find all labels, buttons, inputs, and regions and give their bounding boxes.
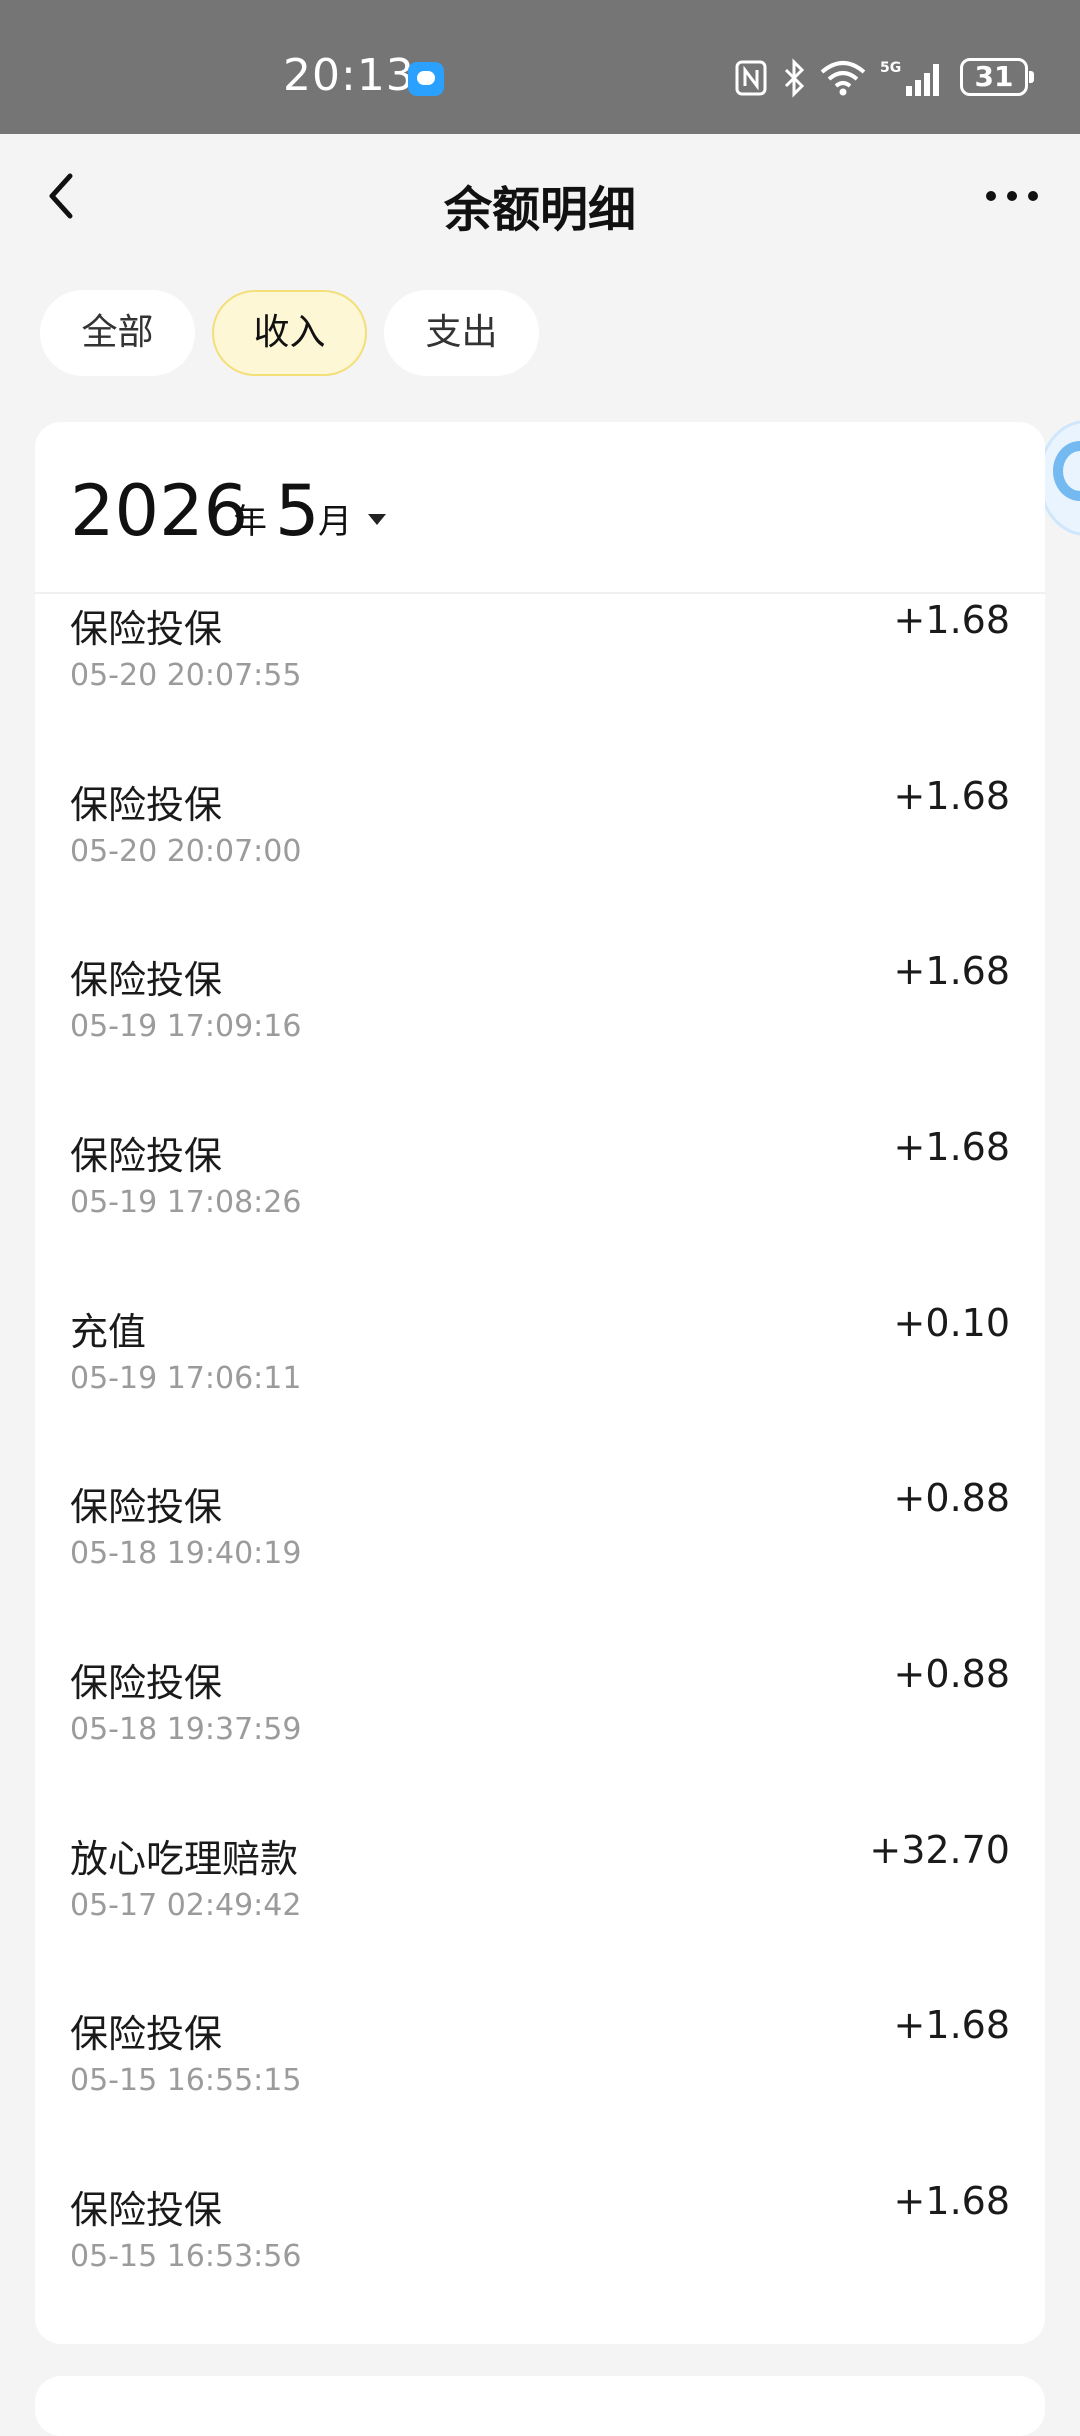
transaction-title: 保险投保 xyxy=(70,1661,223,1705)
transaction-title: 保险投保 xyxy=(70,1485,223,1529)
transaction-title: 保险投保 xyxy=(70,2188,223,2232)
transaction-title: 充值 xyxy=(70,1310,147,1354)
transaction-time: 05-15 16:55:15 xyxy=(70,2063,302,2098)
transaction-row[interactable]: 保险投保 05-18 19:37:59 +0.88 xyxy=(35,1652,1045,1827)
transaction-row[interactable]: 充值 05-19 17:06:11 +0.10 xyxy=(35,1301,1045,1476)
transaction-row[interactable]: 保险投保 05-19 17:09:16 +1.68 xyxy=(35,949,1045,1124)
transaction-row[interactable]: 保险投保 05-15 16:55:15 +1.68 xyxy=(35,2003,1045,2178)
message-notification-icon xyxy=(408,62,444,96)
tab-income[interactable]: 收入 xyxy=(212,290,367,376)
transaction-time: 05-19 17:06:11 xyxy=(70,1361,302,1396)
transaction-title: 保险投保 xyxy=(70,607,223,651)
transaction-title: 保险投保 xyxy=(70,2012,223,2056)
transaction-amount: +0.88 xyxy=(893,1652,1010,1696)
more-options-icon[interactable] xyxy=(984,186,1040,206)
transaction-time: 05-18 19:37:59 xyxy=(70,1712,302,1747)
svg-text:5G: 5G xyxy=(880,60,901,76)
month-picker[interactable]: 2026 年 5 月 xyxy=(35,422,1045,594)
transaction-amount: +1.68 xyxy=(893,1125,1010,1169)
battery-indicator: 31 xyxy=(960,58,1034,96)
transaction-amount: +1.68 xyxy=(893,2003,1010,2047)
transaction-amount: +1.68 xyxy=(893,774,1010,818)
transaction-row[interactable]: 保险投保 05-20 20:07:00 +1.68 xyxy=(35,774,1045,949)
transaction-amount: +0.88 xyxy=(893,1476,1010,1520)
tab-expense[interactable]: 支出 xyxy=(384,290,539,376)
next-month-card xyxy=(35,2376,1045,2436)
transaction-time: 05-19 17:09:16 xyxy=(70,1009,302,1044)
status-bar: 20:13 5G 31 xyxy=(0,0,1080,134)
transaction-title: 保险投保 xyxy=(70,958,223,1002)
transactions-card: 2026 年 5 月 保险投保 05-20 20:07:55 +1.68 保险投… xyxy=(35,422,1045,2344)
transaction-time: 05-20 20:07:55 xyxy=(70,658,302,693)
transaction-row[interactable]: 保险投保 05-19 17:08:26 +1.68 xyxy=(35,1125,1045,1300)
caret-down-icon xyxy=(368,514,386,525)
wifi-icon xyxy=(820,61,866,96)
transaction-time: 05-17 02:49:42 xyxy=(70,1888,302,1923)
transaction-row[interactable]: 保险投保 05-18 19:40:19 +0.88 xyxy=(35,1476,1045,1651)
transaction-time: 05-15 16:53:56 xyxy=(70,2239,302,2274)
transaction-row[interactable]: 保险投保 05-15 16:53:56 +1.68 xyxy=(35,2179,1045,2344)
page-title: 余额明细 xyxy=(443,182,636,238)
transaction-time: 05-18 19:40:19 xyxy=(70,1536,302,1571)
status-time: 20:13 xyxy=(283,50,415,101)
bluetooth-icon xyxy=(784,58,805,98)
transaction-time: 05-19 17:08:26 xyxy=(70,1185,302,1220)
transaction-title: 放心吃理赔款 xyxy=(70,1837,299,1881)
page-header: 余额明细 xyxy=(0,134,1080,264)
transaction-title: 保险投保 xyxy=(70,1134,223,1178)
transaction-amount: +32.70 xyxy=(869,1828,1010,1872)
transaction-row[interactable]: 保险投保 05-20 20:07:55 +1.68 xyxy=(35,598,1045,773)
transaction-amount: +1.68 xyxy=(893,949,1010,993)
transaction-row[interactable]: 放心吃理赔款 05-17 02:49:42 +32.70 xyxy=(35,1828,1045,2003)
month-picker-month: 5 xyxy=(275,470,320,552)
nfc-icon xyxy=(735,60,767,96)
cellular-signal-icon: 5G xyxy=(880,60,939,96)
month-picker-year: 2026 xyxy=(70,470,249,552)
transaction-amount: +0.10 xyxy=(893,1301,1010,1345)
tab-all[interactable]: 全部 xyxy=(40,290,195,376)
transaction-time: 05-20 20:07:00 xyxy=(70,834,302,869)
month-picker-year-unit: 年 xyxy=(233,502,267,542)
transaction-amount: +1.68 xyxy=(893,2179,1010,2223)
transaction-title: 保险投保 xyxy=(70,783,223,827)
transaction-amount: +1.68 xyxy=(893,598,1010,642)
month-picker-month-unit: 月 xyxy=(318,502,352,542)
